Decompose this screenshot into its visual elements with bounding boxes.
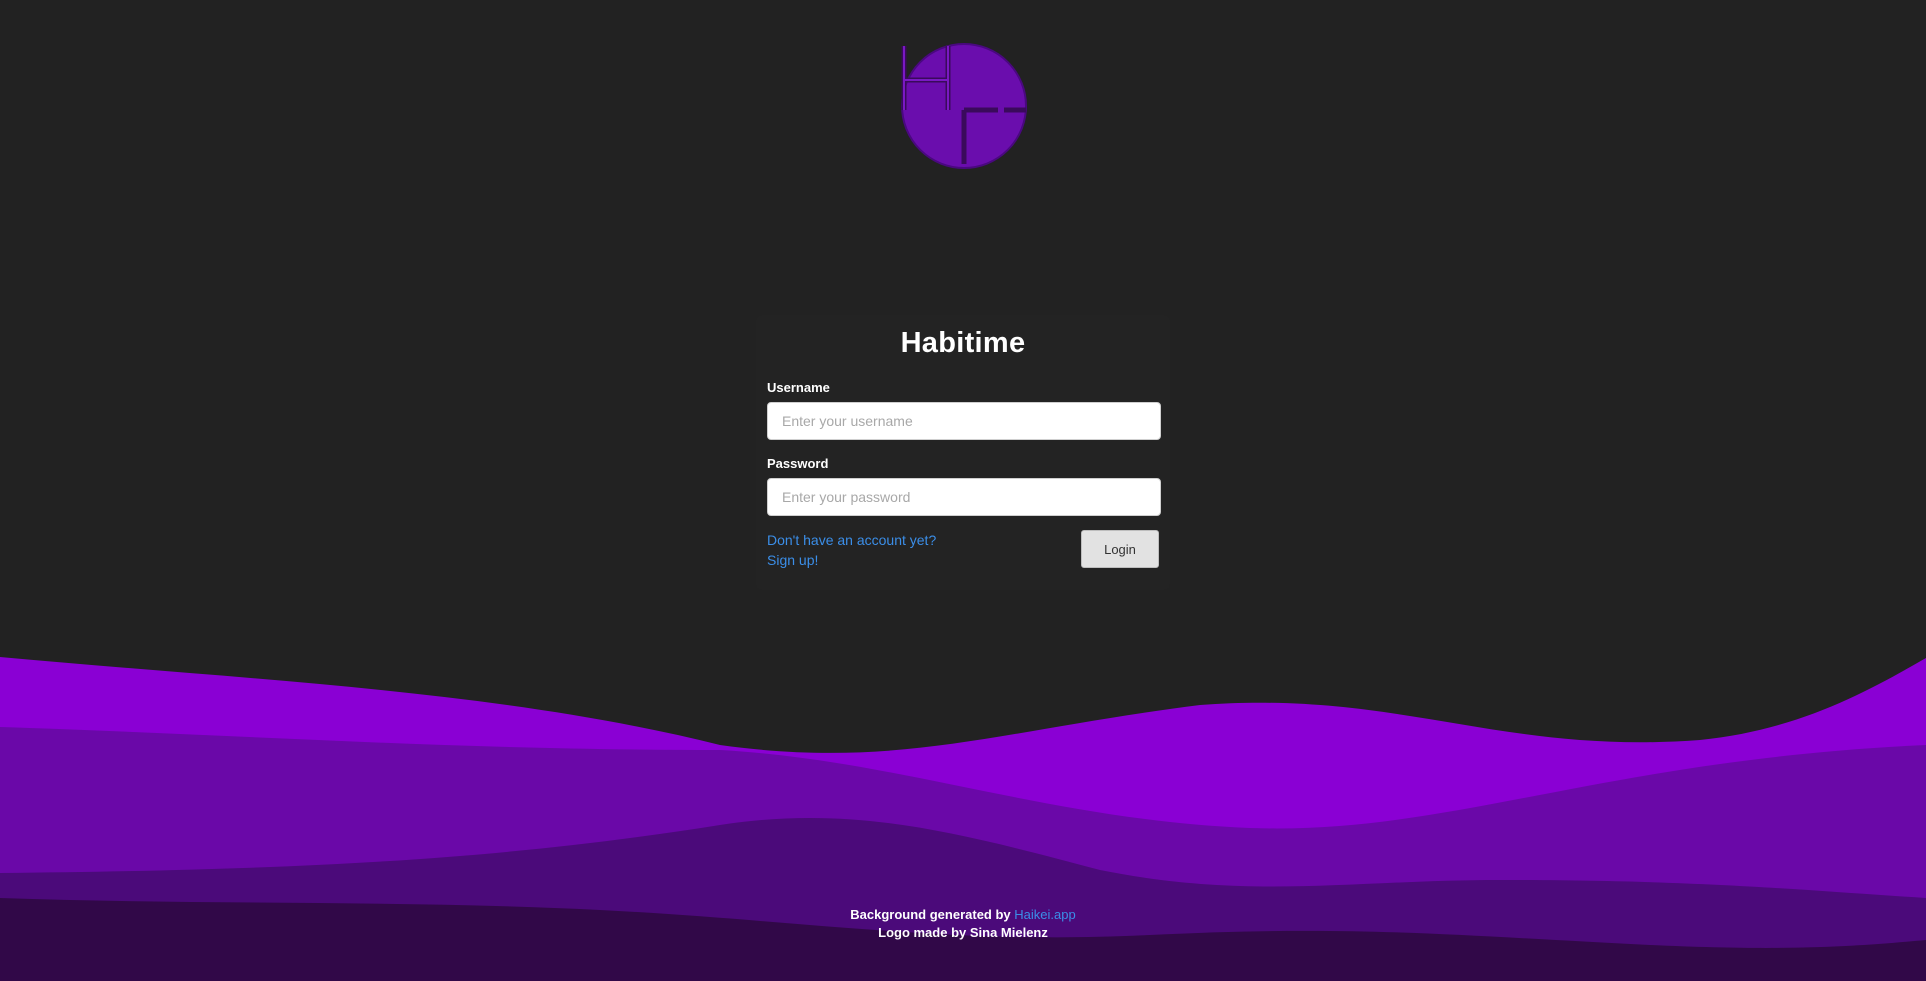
app-title: Habitime: [900, 327, 1026, 359]
footer-credits: Background generated by Haikei.app Logo …: [0, 906, 1926, 942]
signup-link[interactable]: Sign up!: [767, 550, 818, 570]
background-credit-text: Background generated by: [850, 907, 1011, 922]
logo-credit: Logo made by Sina Mielenz: [878, 925, 1048, 940]
haikei-link[interactable]: Haikei.app: [1014, 907, 1075, 922]
signup-prompt-link[interactable]: Don't have an account yet?: [767, 530, 936, 550]
background-credit: Background generated by Haikei.app: [0, 906, 1926, 924]
username-label: Username: [767, 380, 830, 395]
password-input[interactable]: [767, 478, 1161, 516]
username-input[interactable]: [767, 402, 1161, 440]
login-card: Habitime Username Password Don't have an…: [756, 315, 1170, 590]
password-label: Password: [767, 456, 829, 471]
login-button[interactable]: Login: [1081, 530, 1159, 568]
login-page: Habitime Username Password Don't have an…: [0, 0, 1926, 981]
habitime-logo-icon: [901, 43, 1027, 169]
